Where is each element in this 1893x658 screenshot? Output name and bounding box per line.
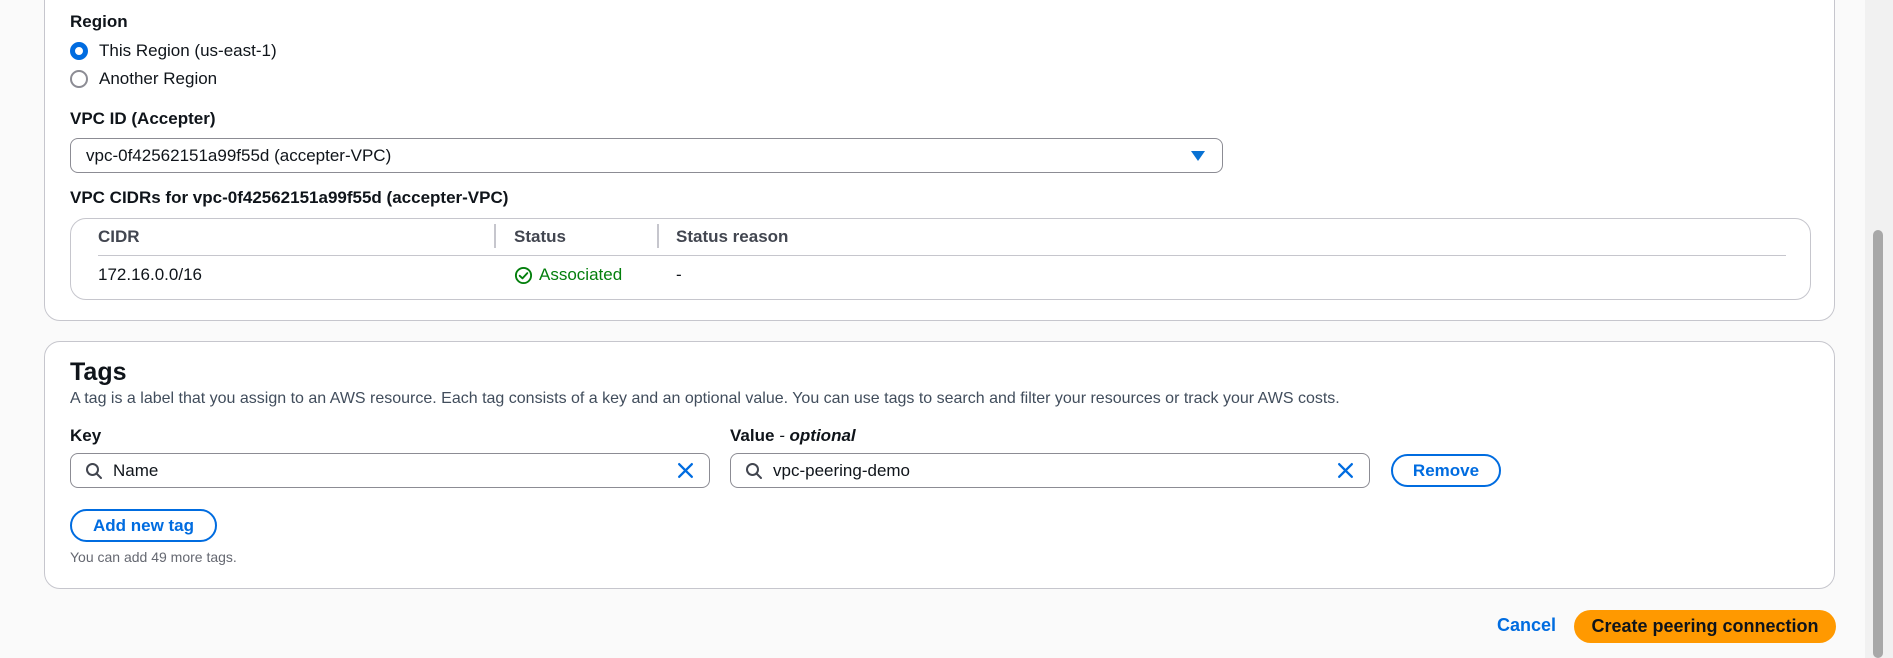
clear-icon[interactable] bbox=[1336, 461, 1355, 480]
tags-panel: Tags A tag is a label that you assign to… bbox=[44, 341, 1835, 589]
accepter-vpc-panel: Region This Region (us-east-1) Another R… bbox=[44, 0, 1835, 321]
tag-value-optional: optional bbox=[789, 426, 856, 445]
vpc-id-label: VPC ID (Accepter) bbox=[70, 109, 216, 128]
column-header-status-reason: Status reason bbox=[676, 227, 789, 246]
tag-value-value: vpc-peering-demo bbox=[773, 460, 911, 480]
column-divider[interactable] bbox=[657, 224, 659, 248]
tag-value-input[interactable]: vpc-peering-demo bbox=[730, 453, 1370, 488]
tag-value-label-text: Value bbox=[730, 426, 775, 445]
column-divider[interactable] bbox=[494, 224, 496, 248]
vpc-cidrs-label: VPC CIDRs for vpc-0f42562151a99f55d (acc… bbox=[70, 188, 509, 207]
scrollbar-track[interactable] bbox=[1865, 0, 1893, 658]
caret-down-icon bbox=[1191, 151, 1205, 161]
column-header-cidr: CIDR bbox=[98, 227, 140, 246]
status-text: Associated bbox=[539, 265, 623, 284]
radio-this-region-control[interactable] bbox=[70, 42, 88, 60]
tags-description: A tag is a label that you assign to an A… bbox=[70, 390, 1340, 407]
radio-this-region[interactable]: This Region (us-east-1) bbox=[70, 41, 277, 61]
radio-another-region-label: Another Region bbox=[99, 69, 218, 88]
clear-icon[interactable] bbox=[676, 461, 695, 480]
cancel-button[interactable]: Cancel bbox=[1497, 615, 1556, 636]
radio-this-region-label: This Region (us-east-1) bbox=[99, 41, 277, 60]
vpc-id-select[interactable]: vpc-0f42562151a99f55d (accepter-VPC) bbox=[70, 138, 1223, 173]
status-reason-cell: - bbox=[676, 265, 682, 284]
status-cell: Associated bbox=[514, 265, 622, 285]
tag-key-input[interactable]: Name bbox=[70, 453, 710, 488]
remove-tag-button[interactable]: Remove bbox=[1391, 454, 1501, 487]
region-label: Region bbox=[70, 12, 128, 31]
radio-another-region[interactable]: Another Region bbox=[70, 69, 217, 89]
tags-title: Tags bbox=[70, 358, 127, 386]
tags-remaining-hint: You can add 49 more tags. bbox=[70, 549, 237, 565]
cidr-cell: 172.16.0.0/16 bbox=[98, 265, 202, 284]
create-peering-connection-button[interactable]: Create peering connection bbox=[1574, 610, 1836, 643]
tag-value-label: Value - optional bbox=[730, 426, 856, 446]
header-divider bbox=[98, 255, 1786, 256]
vpc-id-select-value: vpc-0f42562151a99f55d (accepter-VPC) bbox=[86, 145, 392, 165]
add-new-tag-button[interactable]: Add new tag bbox=[70, 509, 217, 542]
check-circle-icon bbox=[514, 266, 533, 284]
tag-key-value: Name bbox=[113, 460, 159, 480]
tag-key-label: Key bbox=[70, 426, 102, 445]
column-header-status: Status bbox=[514, 227, 566, 246]
radio-another-region-control[interactable] bbox=[70, 70, 88, 88]
search-icon bbox=[745, 462, 763, 480]
vpc-cidrs-table: CIDR Status Status reason 172.16.0.0/16 … bbox=[70, 218, 1811, 300]
search-icon bbox=[85, 462, 103, 480]
scrollbar-thumb[interactable] bbox=[1873, 230, 1883, 658]
tag-value-label-separator: - bbox=[774, 426, 790, 445]
